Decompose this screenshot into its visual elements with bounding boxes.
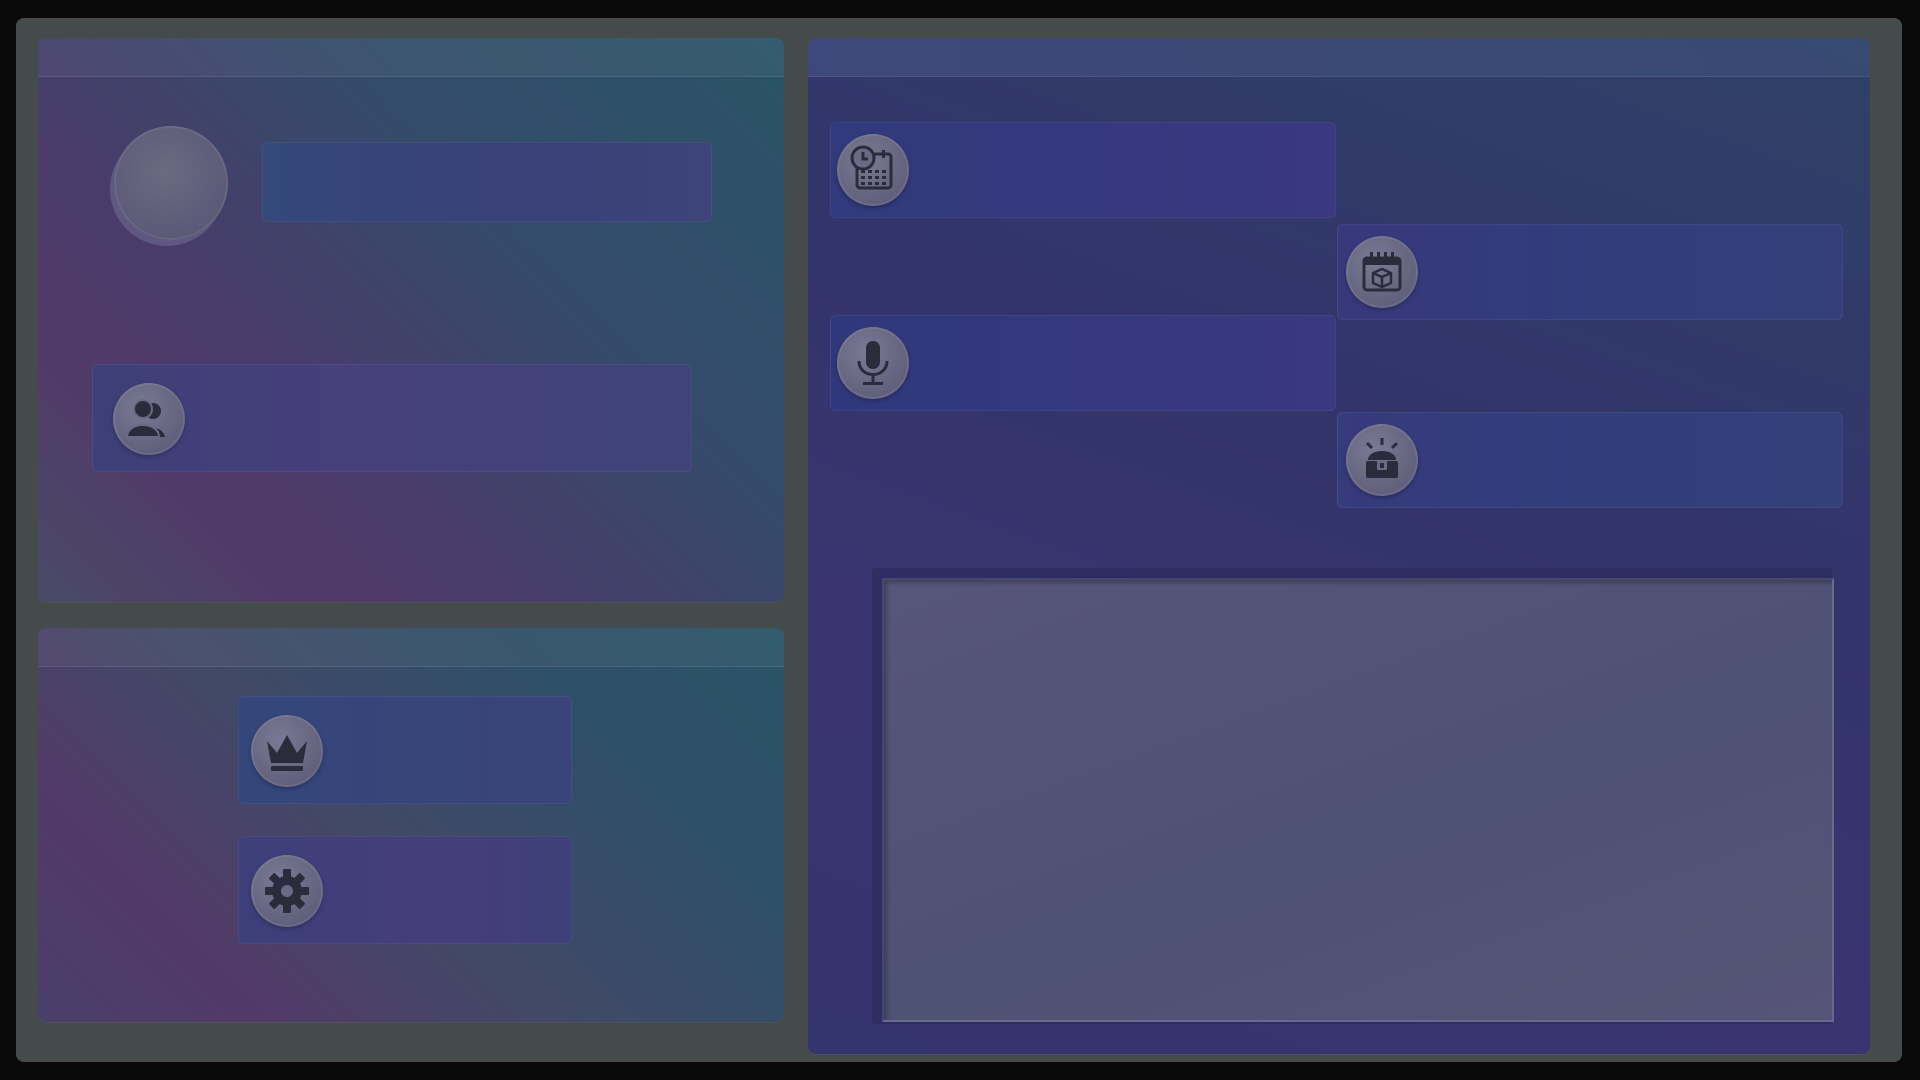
settings-button[interactable]	[238, 836, 572, 944]
calendar-clock-icon	[837, 134, 909, 206]
users-icon	[113, 383, 185, 455]
profile-panel-header	[38, 38, 784, 77]
profile-panel	[38, 38, 784, 602]
gear-icon	[251, 855, 323, 927]
crown-icon	[251, 715, 323, 787]
preview-frame	[872, 568, 1834, 1024]
menu-panel	[38, 628, 784, 1022]
calendar-gift-icon	[1346, 236, 1418, 308]
events-button[interactable]	[1337, 224, 1843, 320]
menu-panel-header	[38, 628, 784, 667]
game-window	[16, 18, 1902, 1062]
actions-panel-header	[808, 38, 1870, 77]
inventory-button[interactable]	[1337, 412, 1843, 508]
treasure-chest-icon	[1346, 424, 1418, 496]
microphone-icon	[837, 327, 909, 399]
actions-panel	[808, 38, 1870, 1054]
voice-button[interactable]	[830, 315, 1336, 411]
schedule-button[interactable]	[830, 122, 1336, 218]
social-button[interactable]	[92, 364, 692, 472]
player-name-plate	[262, 142, 712, 222]
preview-area	[882, 578, 1834, 1022]
rankings-button[interactable]	[238, 696, 572, 804]
avatar[interactable]	[114, 126, 228, 240]
